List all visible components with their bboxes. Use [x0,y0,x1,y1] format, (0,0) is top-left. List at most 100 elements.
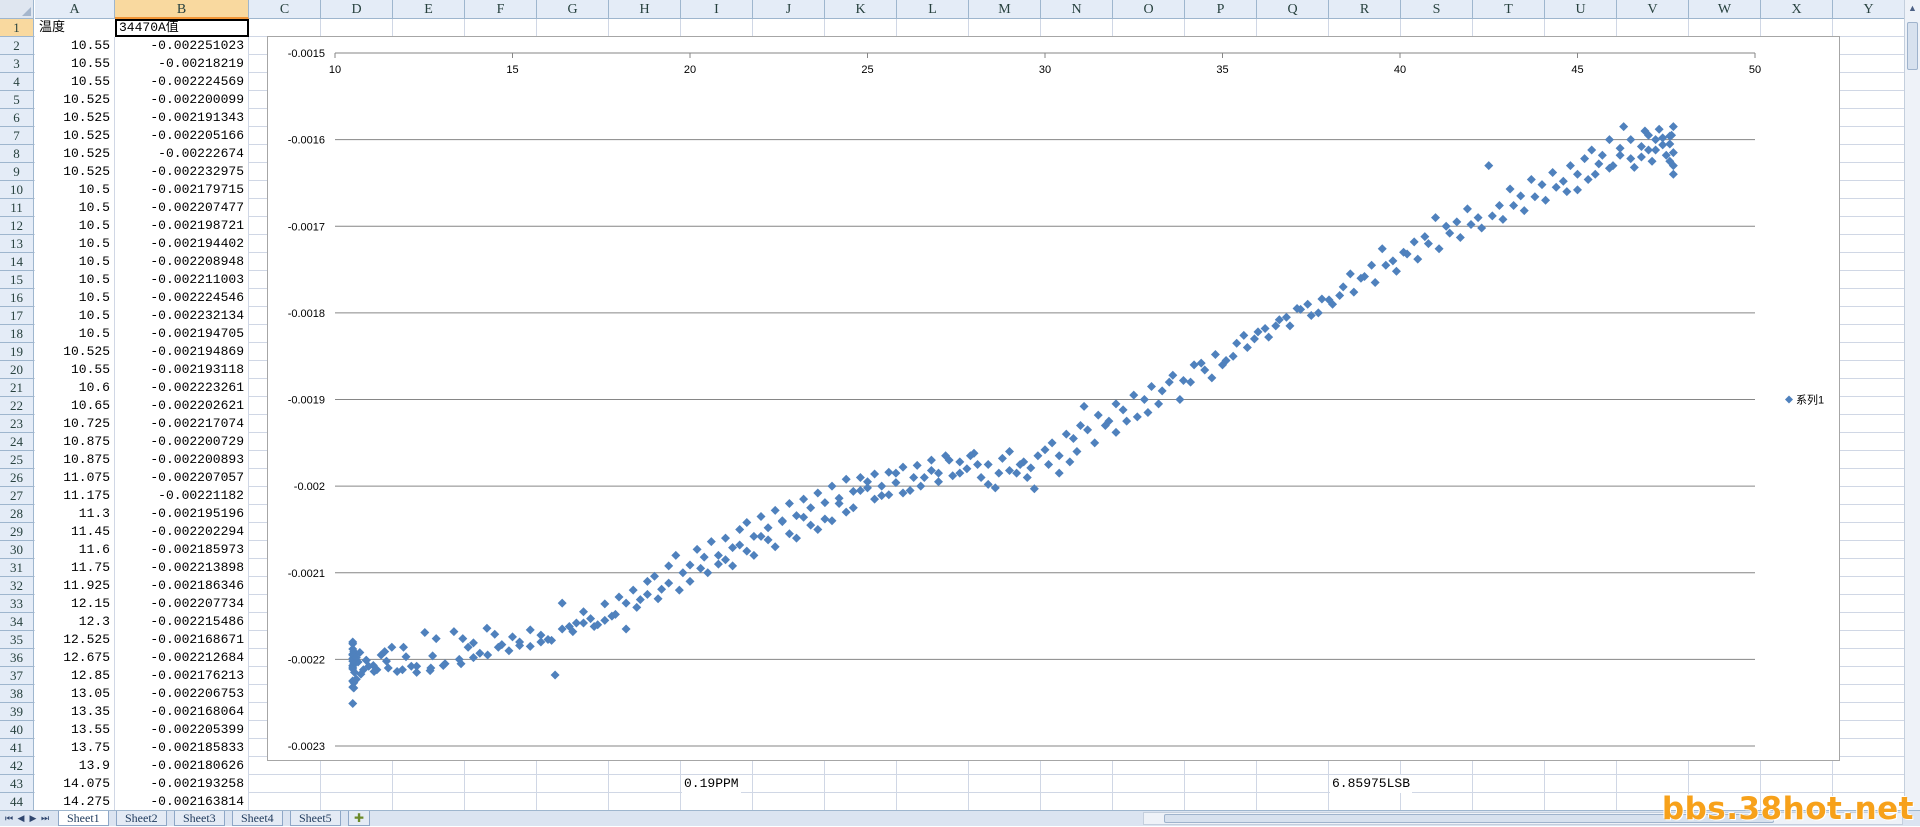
cell-reading[interactable]: -0.002180626 [115,757,248,775]
cell-reading[interactable]: -0.002206753 [115,685,248,703]
column-header-f[interactable]: F [465,0,537,19]
sheet-tab-sheet3[interactable]: Sheet3 [174,811,225,826]
vertical-scrollbar[interactable]: ▲ [1904,0,1920,810]
sheet-tab-sheet2[interactable]: Sheet2 [116,811,167,826]
row-header-34[interactable]: 34 [0,613,34,631]
cell-temperature[interactable]: 10.525 [35,127,114,145]
cell-reading[interactable]: -0.002194869 [115,343,248,361]
cell-reading[interactable]: -0.002202621 [115,397,248,415]
column-header-p[interactable]: P [1185,0,1257,19]
sheet-tab-sheet5[interactable]: Sheet5 [290,811,341,826]
row-header-14[interactable]: 14 [0,253,34,271]
row-header-11[interactable]: 11 [0,199,34,217]
row-header-19[interactable]: 19 [0,343,34,361]
cell-temperature[interactable]: 10.525 [35,109,114,127]
cell-reading[interactable]: -0.00222674 [115,145,248,163]
cell-temperature[interactable]: 12.15 [35,595,114,613]
row-header-2[interactable]: 2 [0,37,34,55]
cell-reading[interactable]: -0.002200099 [115,91,248,109]
cell-temperature[interactable]: 10.55 [35,361,114,379]
row-header-8[interactable]: 8 [0,145,34,163]
row-header-32[interactable]: 32 [0,577,34,595]
cell-reading[interactable]: -0.00221182 [115,487,248,505]
row-header-29[interactable]: 29 [0,523,34,541]
column-header-n[interactable]: N [1041,0,1113,19]
cell-temperature[interactable]: 10.5 [35,217,114,235]
cell-reading[interactable]: -0.002224569 [115,73,248,91]
cell-temperature[interactable]: 10.525 [35,163,114,181]
cell-reading[interactable]: -0.002185833 [115,739,248,757]
row-header-20[interactable]: 20 [0,361,34,379]
cell-reading[interactable]: -0.002251023 [115,37,248,55]
cell-reading[interactable]: -0.002208948 [115,253,248,271]
cell-temperature[interactable]: 10.55 [35,55,114,73]
cell-reading[interactable]: -0.002198721 [115,217,248,235]
row-header-13[interactable]: 13 [0,235,34,253]
cell-temperature[interactable]: 10.55 [35,37,114,55]
row-header-10[interactable]: 10 [0,181,34,199]
note-i43[interactable]: 0.19PPM [682,775,741,793]
cell-temperature[interactable]: 10.65 [35,397,114,415]
row-header-36[interactable]: 36 [0,649,34,667]
column-header-b[interactable]: B [115,0,249,19]
sheet-tab-sheet1[interactable]: Sheet1 [58,811,109,826]
cell-temperature[interactable]: 10.525 [35,343,114,361]
cell-reading[interactable]: -0.002224546 [115,289,248,307]
cell-temperature[interactable]: 10.5 [35,199,114,217]
cell-temperature[interactable]: 13.9 [35,757,114,775]
vertical-scroll-thumb[interactable] [1907,22,1918,70]
sheet-tab-sheet4[interactable]: Sheet4 [232,811,283,826]
cell-temperature[interactable]: 13.55 [35,721,114,739]
cell-reading[interactable]: -0.002193118 [115,361,248,379]
column-header-i[interactable]: I [681,0,753,19]
cell-temperature[interactable]: 12.85 [35,667,114,685]
row-header-33[interactable]: 33 [0,595,34,613]
cell-reading[interactable]: -0.002232975 [115,163,248,181]
next-sheet-icon[interactable]: ▶ [28,812,38,825]
row-header-28[interactable]: 28 [0,505,34,523]
first-sheet-icon[interactable]: ⏮ [4,812,14,825]
new-sheet-icon[interactable]: ✚ [348,811,370,826]
column-header-m[interactable]: M [969,0,1041,19]
row-header-15[interactable]: 15 [0,271,34,289]
column-header-x[interactable]: X [1761,0,1833,19]
cell-reading[interactable]: -0.002207057 [115,469,248,487]
row-header-39[interactable]: 39 [0,703,34,721]
cell-reading[interactable]: -0.002163814 [115,793,248,810]
cell-temperature[interactable]: 10.5 [35,325,114,343]
row-header-40[interactable]: 40 [0,721,34,739]
note-r43[interactable]: 6.85975LSB [1330,775,1413,793]
cell-reading[interactable]: -0.002200893 [115,451,248,469]
cell-temperature[interactable]: 10.5 [35,181,114,199]
prev-sheet-icon[interactable]: ◀ [16,812,26,825]
column-header-y[interactable]: Y [1833,0,1905,19]
cell-reading[interactable]: -0.002211003 [115,271,248,289]
column-header-u[interactable]: U [1545,0,1617,19]
cell-temperature[interactable]: 11.6 [35,541,114,559]
row-header-1[interactable]: 1 [0,19,34,37]
cell-reading[interactable]: -0.002207734 [115,595,248,613]
cell-reading[interactable]: -0.00218219 [115,55,248,73]
row-header-23[interactable]: 23 [0,415,34,433]
cell-reading[interactable]: -0.002223261 [115,379,248,397]
row-header-37[interactable]: 37 [0,667,34,685]
column-header-t[interactable]: T [1473,0,1545,19]
row-header-17[interactable]: 17 [0,307,34,325]
select-all-corner[interactable] [0,0,34,19]
cell-reading[interactable]: -0.002195196 [115,505,248,523]
cell-temperature[interactable]: 10.525 [35,145,114,163]
cell-temperature[interactable]: 11.075 [35,469,114,487]
row-header-43[interactable]: 43 [0,775,34,793]
cell-reading[interactable]: -0.002205399 [115,721,248,739]
column-header-d[interactable]: D [321,0,393,19]
cell-temperature[interactable]: 12.675 [35,649,114,667]
cell-temperature[interactable]: 10.875 [35,433,114,451]
row-header-12[interactable]: 12 [0,217,34,235]
cell-reading[interactable]: -0.002191343 [115,109,248,127]
column-header-h[interactable]: H [609,0,681,19]
row-header-41[interactable]: 41 [0,739,34,757]
cell-reading[interactable]: -0.002168064 [115,703,248,721]
cell-temperature[interactable]: 10.875 [35,451,114,469]
cell-temperature[interactable]: 13.05 [35,685,114,703]
column-header-a[interactable]: A [35,0,115,19]
